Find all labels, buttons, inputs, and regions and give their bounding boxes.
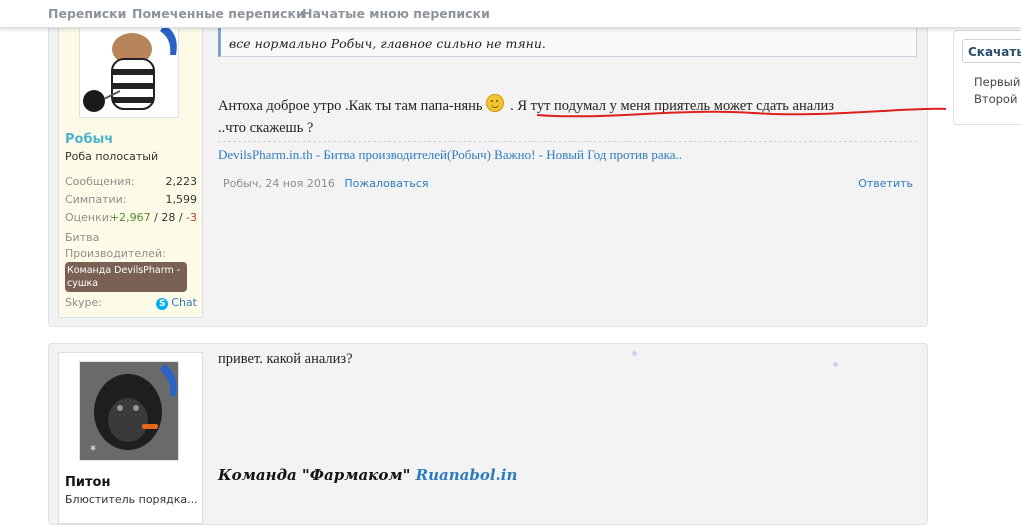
post-meta: Робыч, 24 ноя 2016 Пожаловаться bbox=[223, 177, 429, 190]
username[interactable]: Робыч bbox=[65, 132, 113, 147]
likes-label: Симпатии: bbox=[65, 193, 127, 206]
quote-text: все нормально Робыч, главное сильно не т… bbox=[229, 36, 546, 51]
skype-chat-label: Chat bbox=[171, 296, 197, 309]
avatar-image: * bbox=[80, 362, 178, 460]
skype-chat-link[interactable]: S Chat bbox=[156, 296, 197, 310]
message-post: Робыч Роба полосатый Сообщения: 2,223 Сим… bbox=[48, 18, 947, 327]
avatar[interactable]: * bbox=[79, 361, 179, 461]
rating-neutral: 28 bbox=[161, 211, 176, 224]
top-nav: Переписки Помеченные переписки Начатые м… bbox=[0, 0, 1021, 28]
skype-row: Skype: S Chat bbox=[65, 296, 197, 310]
rating-positive: +2,967 bbox=[109, 211, 151, 224]
signature-link[interactable]: DevilsPharm.in.th - Битва производителей… bbox=[218, 147, 682, 163]
user-title: Блюститель порядка... bbox=[65, 493, 198, 506]
avatar[interactable] bbox=[79, 18, 179, 118]
signature-text: Команда "Фармаком" bbox=[218, 466, 416, 484]
ratings-label: Оценки: bbox=[65, 211, 113, 224]
signature-link[interactable]: Ruanabol.in bbox=[416, 466, 518, 484]
post-author-date[interactable]: Робыч, 24 ноя 2016 bbox=[223, 177, 335, 190]
avatar-image bbox=[80, 19, 178, 117]
likes-count: 1,599 bbox=[165, 193, 198, 206]
username[interactable]: Питон bbox=[65, 475, 110, 490]
svg-text:*: * bbox=[90, 443, 96, 457]
tab-starred-conversations[interactable]: Помеченные переписки bbox=[132, 6, 305, 21]
ratings-values[interactable]: +2,967 / 28 / -3 bbox=[110, 211, 197, 224]
message-text-part: Антоха доброе утро .Как ты там папа-нянь bbox=[218, 98, 483, 114]
sidebar-item[interactable]: Второй bbox=[974, 92, 1017, 106]
messages-count[interactable]: 2,223 bbox=[166, 175, 198, 188]
team-badge: Команда DevilsPharm - сушка bbox=[65, 262, 187, 292]
skype-icon: S bbox=[156, 298, 169, 310]
report-link[interactable]: Пожаловаться bbox=[344, 177, 428, 190]
user-title: Роба полосатый bbox=[65, 150, 159, 163]
message-post: * Питон Блюститель порядка... привет. ка… bbox=[48, 343, 928, 525]
signature-divider bbox=[218, 141, 917, 142]
rating-negative: -3 bbox=[186, 211, 197, 224]
group-label: Битва Производителей: bbox=[65, 231, 166, 260]
red-underline-annotation bbox=[536, 107, 947, 118]
signature: Команда "Фармаком" Ruanabol.in bbox=[218, 466, 517, 484]
smiley-icon bbox=[485, 94, 504, 112]
snow-dot-decoration bbox=[632, 351, 637, 356]
tab-my-conversations[interactable]: Начатые мною переписки bbox=[302, 6, 490, 21]
message-text: привет. какой анализ? bbox=[218, 351, 353, 367]
reply-link[interactable]: Ответить bbox=[858, 177, 913, 190]
user-info-card: Робыч Роба полосатый Сообщения: 2,223 Сим… bbox=[58, 18, 203, 318]
tab-conversations[interactable]: Переписки bbox=[48, 6, 126, 21]
rating-separator: / bbox=[150, 211, 162, 224]
message-text-part: ..что скажешь ? bbox=[218, 120, 314, 136]
sidebar: Скачать Первый Второй bbox=[953, 30, 1021, 125]
rating-separator: / bbox=[175, 211, 187, 224]
messages-label: Сообщения: bbox=[65, 175, 135, 188]
snow-dot-decoration bbox=[833, 362, 838, 367]
skype-label: Skype: bbox=[65, 296, 102, 309]
user-info-card: * Питон Блюститель порядка... bbox=[58, 352, 203, 524]
download-tab[interactable]: Скачать bbox=[962, 39, 1021, 63]
user-stats: Сообщения: 2,223 Симпатии: 1,599 Оценки: +2… bbox=[65, 175, 197, 229]
sidebar-item[interactable]: Первый bbox=[974, 75, 1020, 89]
